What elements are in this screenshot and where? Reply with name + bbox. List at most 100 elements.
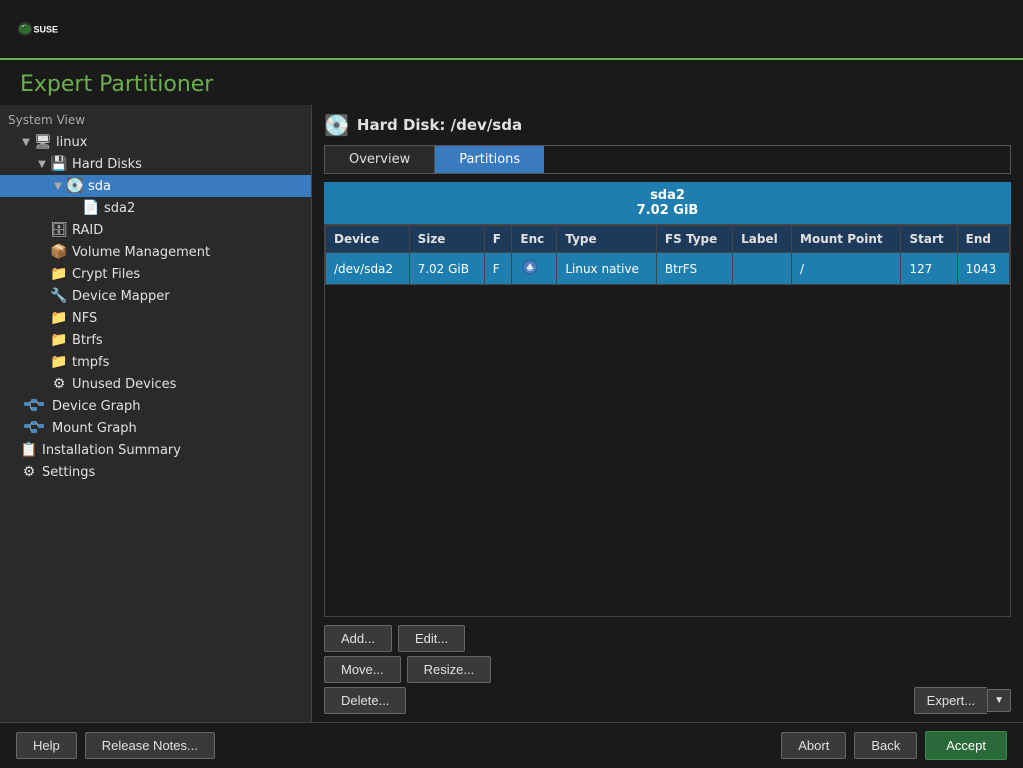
resize-button[interactable]: Resize...: [407, 656, 492, 683]
col-size: Size: [409, 226, 484, 253]
tab-partitions[interactable]: Partitions: [435, 146, 544, 173]
sidebar-item-label-sda: sda: [88, 179, 111, 194]
sidebar-item-label-linux: linux: [56, 135, 87, 150]
delete-button[interactable]: Delete...: [324, 687, 406, 714]
sidebar-item-label-nfs: NFS: [72, 311, 97, 326]
accept-button[interactable]: Accept: [925, 731, 1007, 760]
settings-icon: ⚙: [20, 463, 38, 481]
col-mount-point: Mount Point: [792, 226, 901, 253]
sidebar-item-linux[interactable]: ▼ 🖥 linux: [0, 131, 311, 153]
sidebar-item-label-install-summary: Installation Summary: [42, 443, 181, 458]
sda2-icon: 📄: [82, 199, 100, 217]
add-button[interactable]: Add...: [324, 625, 392, 652]
title-bar: Expert Partitioner: [0, 60, 1023, 105]
abort-button[interactable]: Abort: [781, 732, 846, 759]
expert-btn-group: Expert... ▼: [914, 687, 1011, 714]
svg-text:SUSE: SUSE: [34, 25, 59, 35]
col-device: Device: [326, 226, 410, 253]
expert-button[interactable]: Expert...: [914, 687, 987, 714]
back-button[interactable]: Back: [854, 732, 917, 759]
sidebar-item-label-unused: Unused Devices: [72, 377, 176, 392]
col-end: End: [957, 226, 1009, 253]
col-label: Label: [733, 226, 792, 253]
volume-icon: 📦: [50, 243, 68, 261]
page-title: Expert Partitioner: [20, 72, 1003, 97]
table-header-row: Device Size F Enc Type FS Type Label Mou…: [326, 226, 1010, 253]
sidebar-item-sda2[interactable]: ▶ 📄 sda2: [0, 197, 311, 219]
unused-devices-icon: ⚙: [50, 375, 68, 393]
col-fs-type: FS Type: [656, 226, 732, 253]
sda-icon: 💽: [66, 177, 84, 195]
arrow-sda: ▼: [52, 180, 64, 192]
cell-start: 127: [901, 253, 957, 285]
sidebar-item-crypt-files[interactable]: ▶ 📁 Crypt Files: [0, 263, 311, 285]
col-start: Start: [901, 226, 957, 253]
sidebar-item-volume-management[interactable]: ▶ 📦 Volume Management: [0, 241, 311, 263]
sidebar-item-label-crypt: Crypt Files: [72, 267, 140, 282]
sidebar-item-sda[interactable]: ▼ 💽 sda: [0, 175, 311, 197]
sidebar: System View ▼ 🖥 linux ▼ 💾 Hard Disks ▼ 💽…: [0, 105, 312, 722]
table-row[interactable]: /dev/sda2 7.02 GiB F: [326, 253, 1010, 285]
arrow-hard-disks: ▼: [36, 158, 48, 170]
sidebar-item-label-settings: Settings: [42, 465, 95, 480]
move-button[interactable]: Move...: [324, 656, 401, 683]
linux-icon: 🖥: [34, 133, 52, 151]
btrfs-icon: 📁: [50, 331, 68, 349]
tab-overview-label: Overview: [349, 152, 410, 167]
expert-dropdown-arrow[interactable]: ▼: [987, 689, 1011, 712]
edit-button[interactable]: Edit...: [398, 625, 465, 652]
hard-disks-icon: 💾: [50, 155, 68, 173]
help-button[interactable]: Help: [16, 732, 77, 759]
sidebar-item-label-sda2: sda2: [104, 201, 135, 216]
col-f: F: [484, 226, 512, 253]
sidebar-item-device-mapper[interactable]: ▶ 🔧 Device Mapper: [0, 285, 311, 307]
col-type: Type: [557, 226, 657, 253]
tab-overview[interactable]: Overview: [325, 146, 435, 173]
install-summary-icon: 📋: [20, 441, 38, 459]
sidebar-item-unused-devices[interactable]: ▶ ⚙ Unused Devices: [0, 373, 311, 395]
tmpfs-icon: 📁: [50, 353, 68, 371]
action-buttons: Add... Edit...: [324, 625, 1011, 652]
sidebar-item-label-dm: Device Mapper: [72, 289, 170, 304]
content-area: System View ▼ 🖥 linux ▼ 💾 Hard Disks ▼ 💽…: [0, 105, 1023, 722]
sidebar-item-label-mount-graph: Mount Graph: [52, 421, 137, 436]
crypt-icon: 📁: [50, 265, 68, 283]
cell-type: Linux native: [557, 253, 657, 285]
sidebar-item-label-device-graph: Device Graph: [52, 399, 140, 414]
nfs-icon: 📁: [50, 309, 68, 327]
selected-partition-banner: sda2 7.02 GiB: [324, 182, 1011, 224]
sidebar-item-hard-disks[interactable]: ▼ 💾 Hard Disks: [0, 153, 311, 175]
selected-partition-name: sda2: [650, 188, 685, 203]
delete-area: Delete...: [324, 687, 406, 714]
col-enc: Enc: [512, 226, 557, 253]
sidebar-item-raid[interactable]: ▶ 🗄 RAID: [0, 219, 311, 241]
bottom-bar: Help Release Notes... Abort Back Accept: [0, 722, 1023, 768]
arrow-linux: ▼: [20, 136, 32, 148]
sidebar-item-installation-summary[interactable]: 📋 Installation Summary: [0, 439, 311, 461]
device-graph-icon: [20, 397, 48, 415]
sidebar-item-label-tmpfs: tmpfs: [72, 355, 109, 370]
sidebar-item-device-graph[interactable]: Device Graph: [0, 395, 311, 417]
panel-header: 💽 Hard Disk: /dev/sda: [324, 113, 1011, 137]
suse-logo: SUSE: [16, 9, 76, 49]
device-mapper-icon: 🔧: [50, 287, 68, 305]
release-notes-button[interactable]: Release Notes...: [85, 732, 215, 759]
sidebar-item-label-raid: RAID: [72, 223, 103, 238]
cell-label: [733, 253, 792, 285]
sidebar-item-nfs[interactable]: ▶ 📁 NFS: [0, 307, 311, 329]
system-view-label: System View: [0, 109, 311, 131]
header: SUSE: [0, 0, 1023, 60]
sidebar-item-mount-graph[interactable]: Mount Graph: [0, 417, 311, 439]
right-panel: 💽 Hard Disk: /dev/sda Overview Partition…: [312, 105, 1023, 722]
sidebar-item-settings[interactable]: ⚙ Settings: [0, 461, 311, 483]
tab-bar: Overview Partitions: [324, 145, 1011, 174]
sidebar-item-btrfs[interactable]: ▶ 📁 Btrfs: [0, 329, 311, 351]
action-buttons-3: Delete... Expert... ▼: [324, 687, 1011, 714]
expert-button-label: Expert...: [927, 693, 975, 708]
sidebar-item-label-hard-disks: Hard Disks: [72, 157, 142, 172]
partition-table-wrapper: Device Size F Enc Type FS Type Label Mou…: [324, 224, 1011, 617]
btrfs-enc-icon: [520, 259, 540, 275]
action-buttons-2: Move... Resize...: [324, 656, 1011, 683]
sidebar-item-tmpfs[interactable]: ▶ 📁 tmpfs: [0, 351, 311, 373]
raid-icon: 🗄: [50, 221, 68, 239]
